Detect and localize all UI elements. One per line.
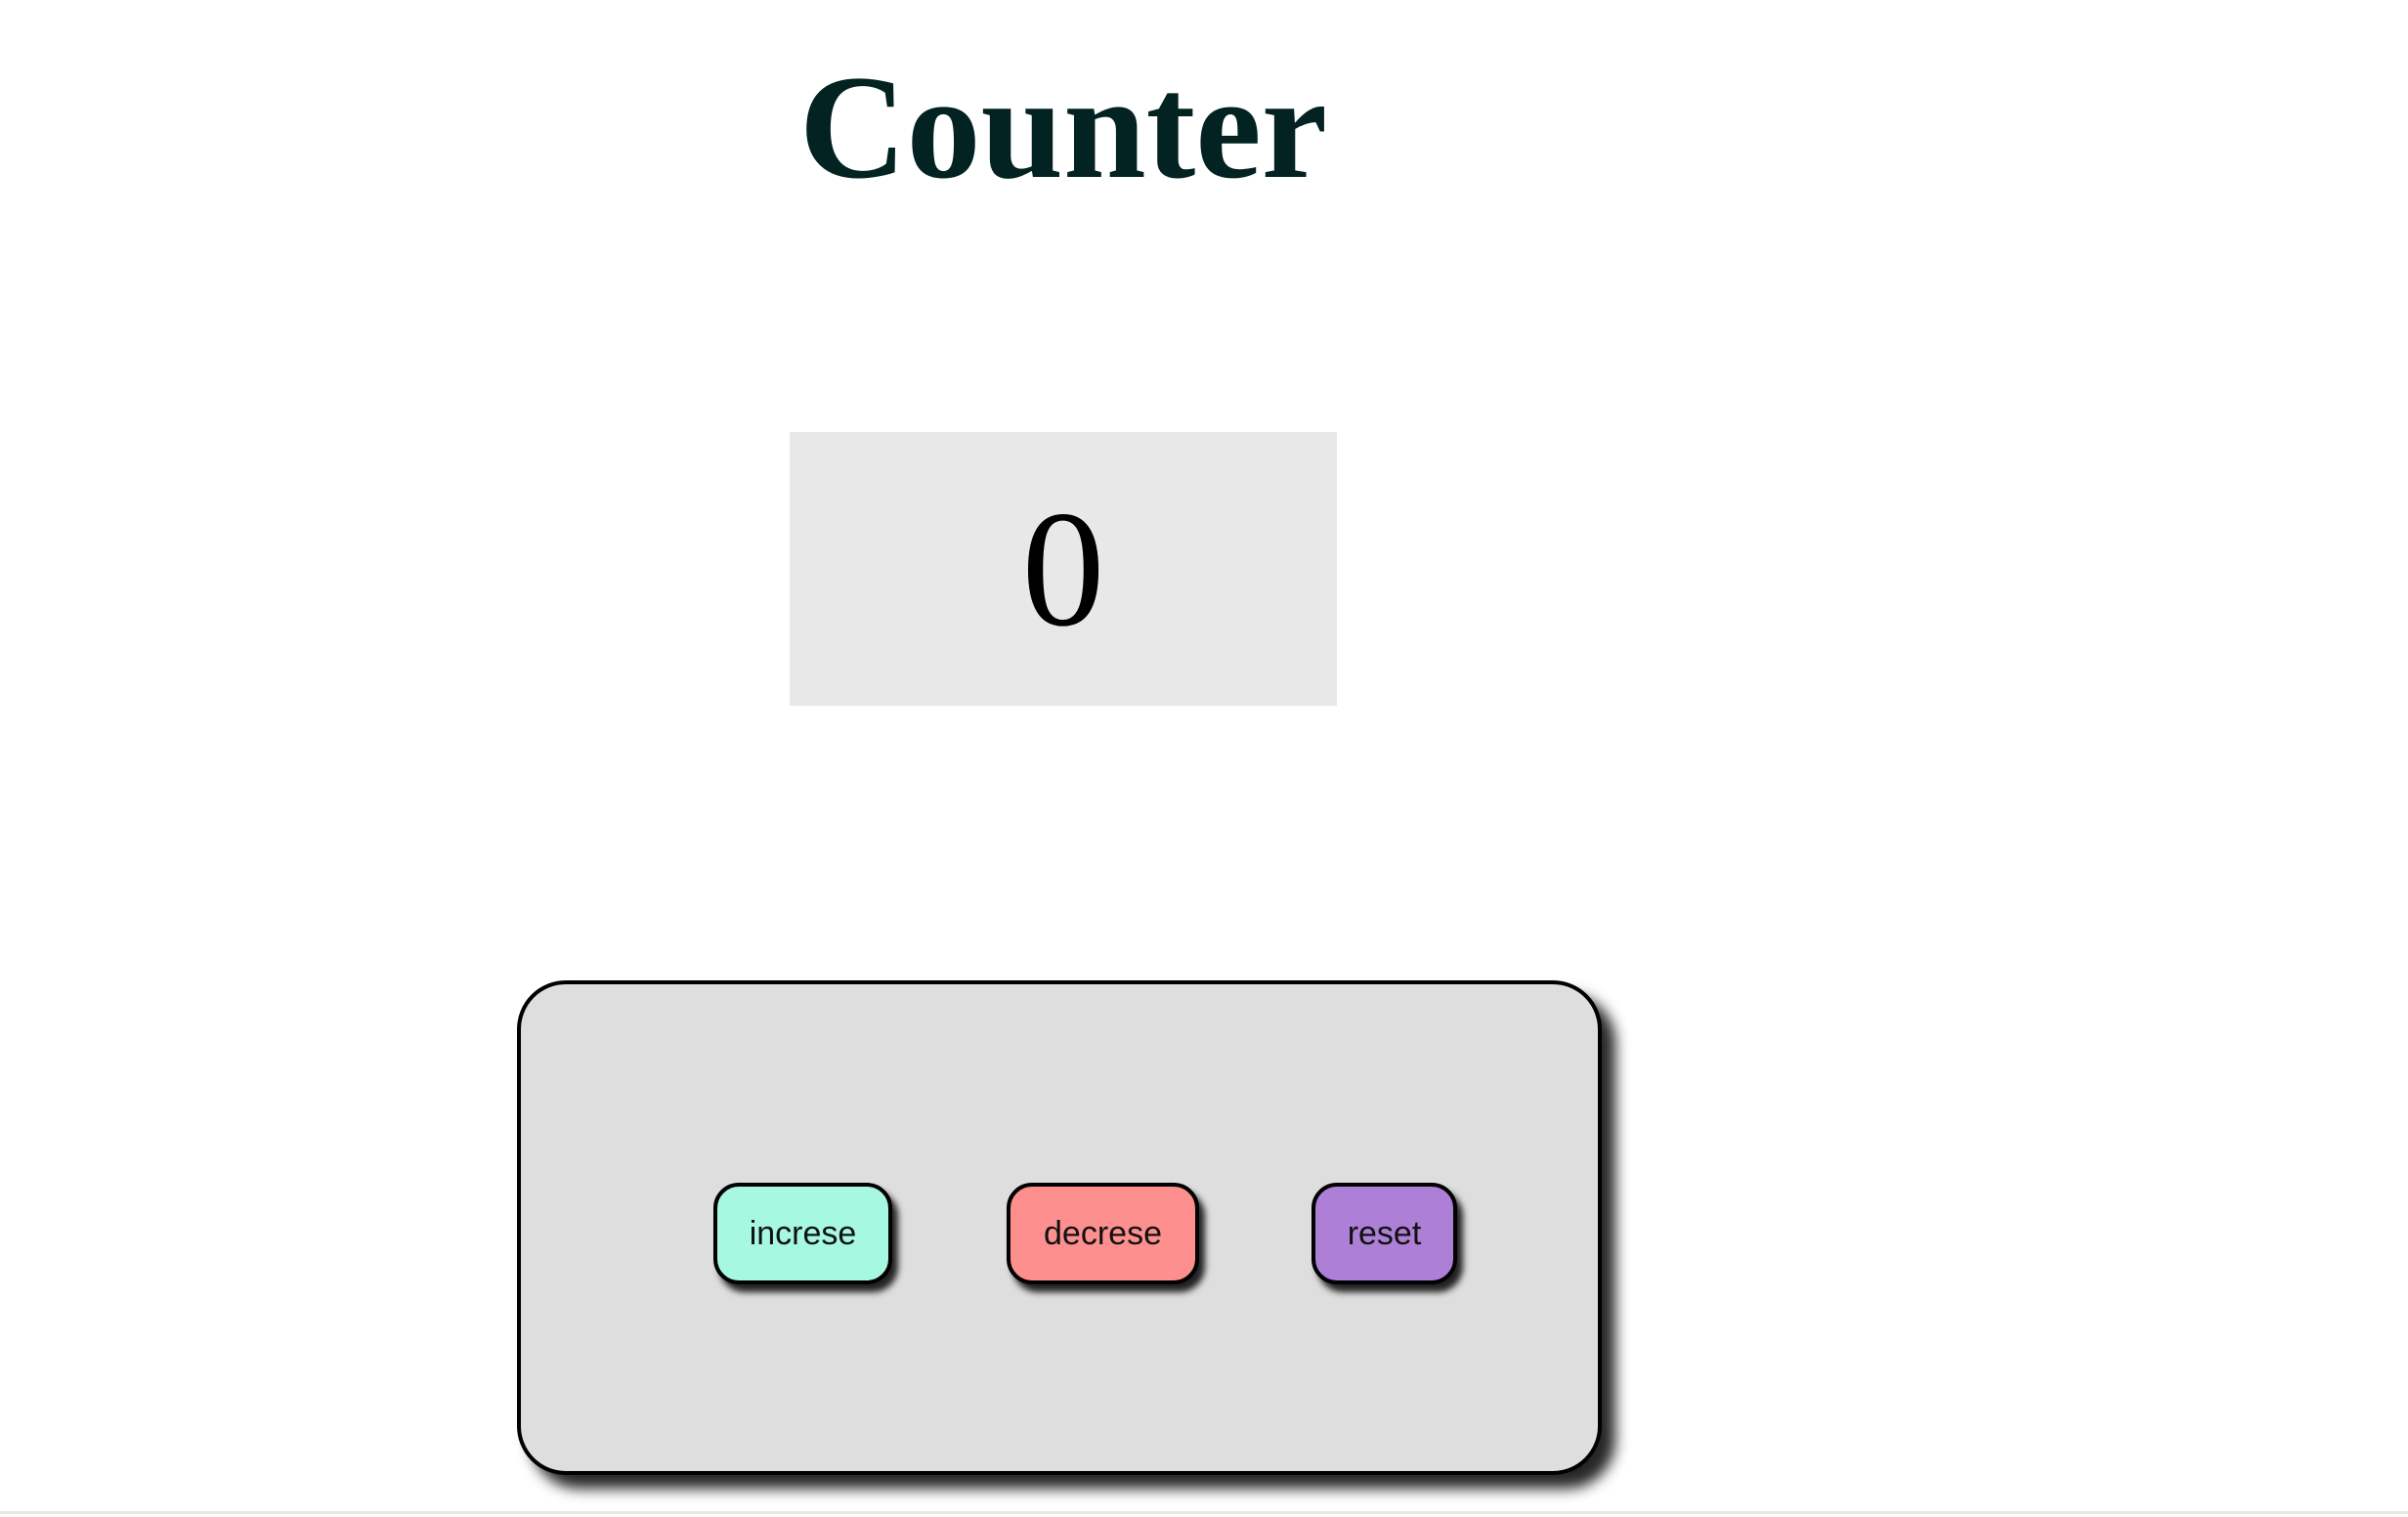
counter-page: Counter 0 increse decrese reset xyxy=(0,0,2408,1517)
counter-display: 0 xyxy=(790,432,1337,706)
page-divider xyxy=(0,1511,2408,1514)
increase-button[interactable]: increse xyxy=(713,1183,892,1284)
decrease-button[interactable]: decrese xyxy=(1007,1183,1199,1284)
controls-panel: increse decrese reset xyxy=(517,980,1602,1475)
counter-value: 0 xyxy=(1021,477,1105,661)
reset-button[interactable]: reset xyxy=(1312,1183,1457,1284)
page-title: Counter xyxy=(798,45,1328,209)
